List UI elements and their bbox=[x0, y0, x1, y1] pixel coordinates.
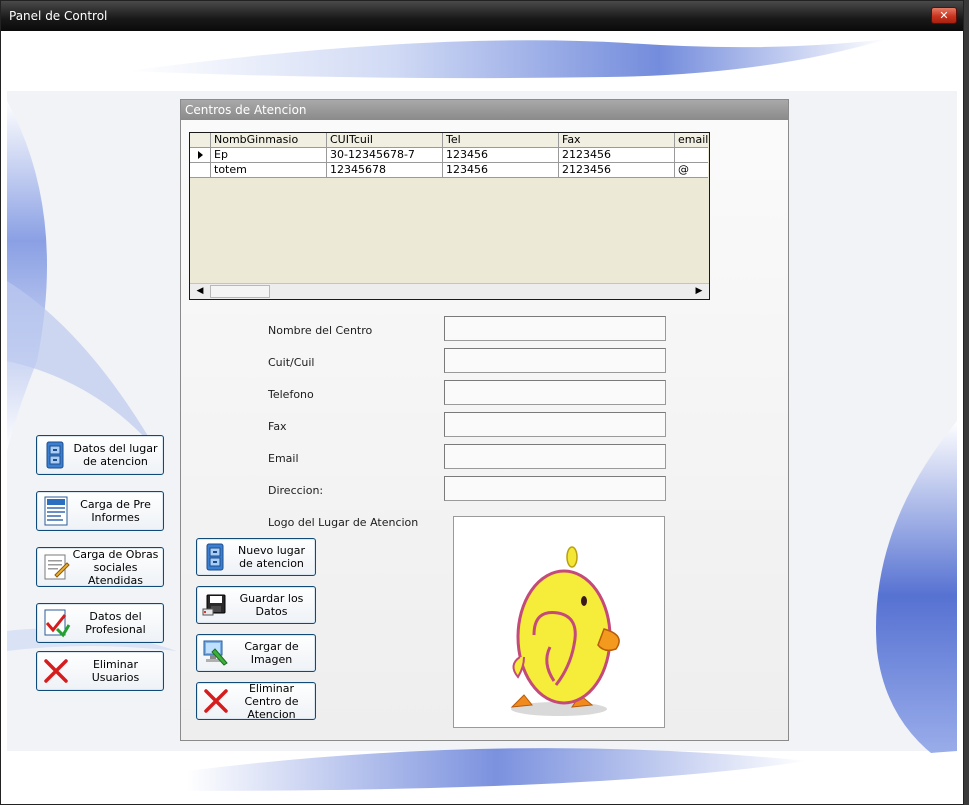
column-header-fax[interactable]: Fax bbox=[559, 133, 675, 148]
title-bar[interactable]: Panel de Control ✕ bbox=[1, 1, 963, 31]
sidebar-item-datos-profesional[interactable]: Datos del Profesional bbox=[36, 603, 164, 643]
row-header-corner bbox=[190, 133, 211, 148]
main-window: Panel de Control ✕ Centros de Atencion N… bbox=[0, 0, 964, 805]
column-header-nombginmasio[interactable]: NombGinmasio bbox=[211, 133, 327, 148]
column-header-email[interactable]: email bbox=[675, 133, 708, 148]
table-cell[interactable]: 2123456 bbox=[559, 163, 675, 178]
sidebar-item-datos-lugar[interactable]: Datos del lugar de atencion bbox=[36, 435, 164, 475]
nuevo-lugar-label: Nuevo lugar de atencion bbox=[238, 544, 305, 570]
client-area: Centros de Atencion NombGinmasio CUITcui… bbox=[7, 31, 957, 801]
nombre-label: Nombre del Centro bbox=[268, 324, 373, 337]
sidebar-item-carga-pre-informes[interactable]: Carga de Pre Informes bbox=[36, 491, 164, 531]
logo-picture-box[interactable] bbox=[453, 516, 665, 728]
column-header-tel[interactable]: Tel bbox=[443, 133, 559, 148]
guardar-datos-label: Guardar los Datos bbox=[239, 592, 304, 618]
table-cell[interactable]: 12345678 bbox=[327, 163, 443, 178]
save-icon bbox=[202, 594, 226, 616]
duck-logo-image bbox=[510, 546, 620, 716]
cargar-imagen-button[interactable]: Cargar de Imagen bbox=[196, 634, 316, 672]
email-label: Email bbox=[268, 452, 299, 465]
eliminar-centro-button[interactable]: Eliminar Centro de Atencion bbox=[196, 681, 316, 721]
edit-document-icon bbox=[44, 554, 70, 580]
fax-field[interactable] bbox=[444, 412, 666, 437]
table-cell[interactable]: 30-12345678-7 bbox=[327, 148, 443, 163]
row-header-cell[interactable] bbox=[190, 163, 211, 178]
table-cell[interactable]: @ bbox=[675, 163, 708, 178]
cabinet-icon bbox=[206, 543, 224, 571]
window-title: Panel de Control bbox=[9, 9, 108, 23]
horizontal-scrollbar[interactable]: ◀ ▶ bbox=[190, 283, 709, 299]
email-field[interactable] bbox=[444, 444, 666, 469]
groupbox-title: Centros de Atencion bbox=[181, 100, 788, 120]
direccion-label: Direccion: bbox=[268, 484, 324, 497]
grid-header-row: NombGinmasio CUITcuil Tel Fax email bbox=[190, 133, 708, 148]
nombre-field[interactable] bbox=[444, 316, 666, 341]
checkmark-document-icon bbox=[44, 609, 71, 638]
column-header-cuitcuil[interactable]: CUITcuil bbox=[327, 133, 443, 148]
table-cell[interactable] bbox=[675, 148, 708, 163]
cuit-label: Cuit/Cuil bbox=[268, 356, 315, 369]
logo-label: Logo del Lugar de Atencion bbox=[268, 516, 419, 529]
sidebar-item-label: Eliminar Usuarios bbox=[91, 658, 140, 684]
sidebar-item-obras-sociales[interactable]: Carga de Obras sociales Atendidas bbox=[36, 547, 164, 587]
scroll-thumb[interactable] bbox=[210, 285, 270, 298]
table-cell[interactable]: totem bbox=[211, 163, 327, 178]
nuevo-lugar-button[interactable]: Nuevo lugar de atencion bbox=[196, 538, 316, 576]
fax-label: Fax bbox=[268, 420, 287, 433]
table-cell[interactable]: Ep bbox=[211, 148, 327, 163]
sidebar-item-label: Datos del lugar de atencion bbox=[73, 442, 158, 468]
table-cell[interactable]: 123456 bbox=[443, 163, 559, 178]
eliminar-centro-label: Eliminar Centro de Atencion bbox=[244, 681, 299, 721]
direccion-field[interactable] bbox=[444, 476, 666, 501]
cuit-field[interactable] bbox=[444, 348, 666, 373]
delete-x-icon bbox=[44, 659, 68, 683]
close-button[interactable]: ✕ bbox=[931, 7, 957, 24]
telefono-label: Telefono bbox=[268, 388, 314, 401]
guardar-datos-button[interactable]: Guardar los Datos bbox=[196, 586, 316, 624]
scroll-right-icon[interactable]: ▶ bbox=[691, 285, 707, 298]
cabinet-icon bbox=[46, 441, 64, 469]
table-cell[interactable]: 2123456 bbox=[559, 148, 675, 163]
table-row[interactable]: Ep 30-12345678-7 123456 2123456 bbox=[190, 148, 708, 163]
telefono-field[interactable] bbox=[444, 380, 666, 405]
scroll-left-icon[interactable]: ◀ bbox=[192, 285, 208, 298]
document-icon bbox=[44, 496, 68, 526]
centros-data-grid[interactable]: NombGinmasio CUITcuil Tel Fax email Ep 3… bbox=[189, 132, 710, 300]
delete-x-icon bbox=[204, 689, 228, 713]
sidebar-item-label: Carga de Obras sociales Atendidas bbox=[72, 547, 159, 587]
cargar-imagen-label: Cargar de Imagen bbox=[244, 640, 299, 666]
table-row[interactable]: totem 12345678 123456 2123456 @ bbox=[190, 163, 708, 178]
sidebar-item-label: Carga de Pre Informes bbox=[80, 498, 151, 524]
table-cell[interactable]: 123456 bbox=[443, 148, 559, 163]
sidebar-item-eliminar-usuarios[interactable]: Eliminar Usuarios bbox=[36, 651, 164, 691]
current-row-indicator-icon bbox=[190, 148, 211, 163]
sidebar-item-label: Datos del Profesional bbox=[85, 610, 146, 636]
centros-groupbox: Centros de Atencion NombGinmasio CUITcui… bbox=[180, 99, 789, 741]
load-image-icon bbox=[203, 640, 228, 666]
